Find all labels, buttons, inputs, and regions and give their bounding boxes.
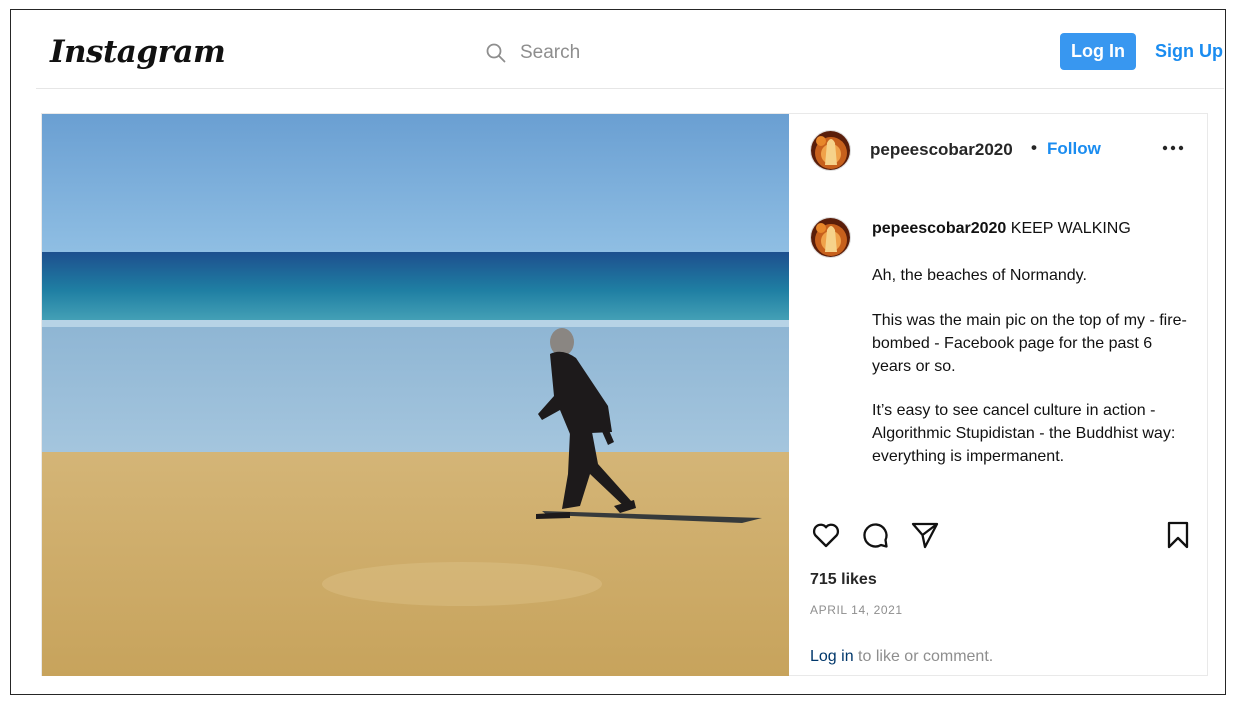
caption-heading: pepeescobar2020 KEEP WALKING (872, 220, 1131, 238)
more-options-icon[interactable] (1161, 143, 1185, 153)
login-button[interactable]: Log In (1060, 33, 1136, 70)
post-card: pepeescobar2020 • Follow pepeescobar2020… (41, 113, 1208, 676)
caption-paragraph: Ah, the beaches of Normandy. (872, 267, 1087, 284)
share-icon[interactable] (910, 520, 940, 550)
top-navigation-bar: Instagram Search Log In Sign Up (36, 20, 1224, 89)
search-box[interactable]: Search (486, 40, 580, 66)
search-input-placeholder[interactable]: Search (520, 42, 580, 64)
caption-title: KEEP WALKING (1010, 220, 1131, 237)
signup-link[interactable]: Sign Up (1155, 41, 1223, 62)
browser-frame: Instagram Search Log In Sign Up pepeesco… (10, 9, 1226, 695)
likes-count[interactable]: 715 likes (810, 571, 877, 589)
comment-icon[interactable] (860, 520, 890, 550)
post-actions-bar (809, 520, 1193, 550)
instagram-logo[interactable]: Instagram (50, 34, 226, 70)
caption-avatar[interactable] (810, 217, 851, 258)
comment-prompt: Log in to like or comment. (810, 648, 993, 666)
bookmark-icon[interactable] (1163, 520, 1193, 550)
post-photo[interactable] (42, 114, 789, 676)
post-sidebar: pepeescobar2020 • Follow pepeescobar2020… (789, 114, 1208, 676)
search-icon (486, 43, 506, 63)
caption-paragraph: It’s easy to see cancel culture in actio… (872, 402, 1176, 465)
separator-dot: • (1031, 138, 1037, 157)
owner-username[interactable]: pepeescobar2020 (870, 140, 1013, 160)
login-link[interactable]: Log in (810, 648, 854, 665)
heart-icon[interactable] (811, 520, 841, 550)
follow-button[interactable]: Follow (1047, 139, 1101, 159)
comment-prompt-text: to like or comment. (858, 648, 994, 665)
post-date: APRIL 14, 2021 (810, 603, 903, 617)
owner-avatar[interactable] (810, 130, 851, 171)
caption-paragraph: This was the main pic on the top of my -… (872, 312, 1187, 375)
caption-username[interactable]: pepeescobar2020 (872, 220, 1006, 237)
